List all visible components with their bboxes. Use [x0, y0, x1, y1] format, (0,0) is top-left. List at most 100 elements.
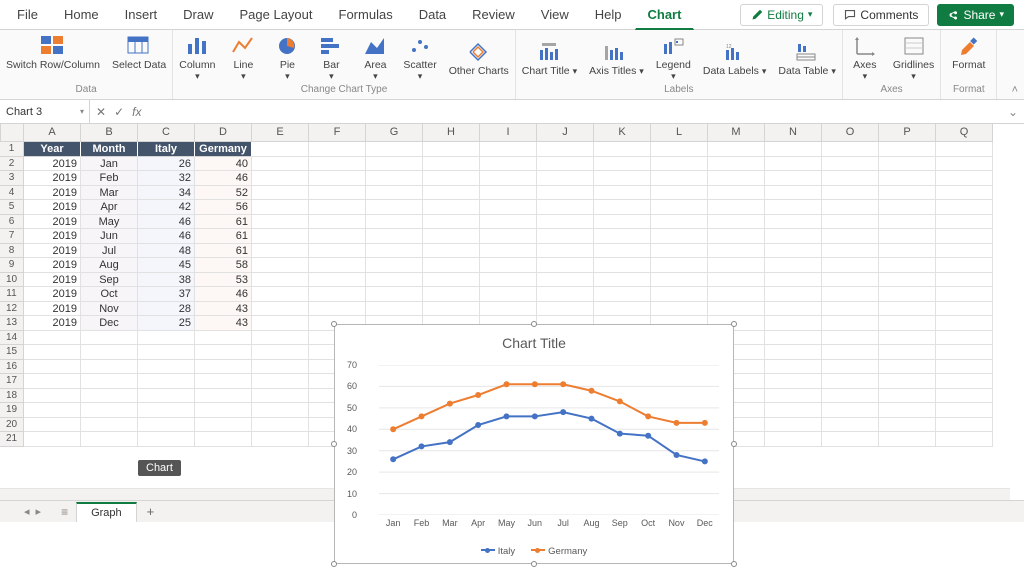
cell-B19[interactable] — [81, 403, 138, 418]
row-header-6[interactable]: 6 — [0, 215, 24, 230]
cell-C13[interactable]: 25 — [138, 316, 195, 331]
row-header-19[interactable]: 19 — [0, 403, 24, 418]
cell-A20[interactable] — [24, 418, 81, 433]
column-header-M[interactable]: M — [708, 124, 765, 142]
cell-L11[interactable] — [651, 287, 708, 302]
cell-D3[interactable]: 46 — [195, 171, 252, 186]
tab-file[interactable]: File — [4, 0, 51, 30]
cell-E20[interactable] — [252, 418, 309, 433]
cell-H2[interactable] — [423, 157, 480, 172]
chart-title[interactable]: Chart Title — [335, 335, 733, 351]
expand-formula-bar-button[interactable]: ⌄ — [1002, 105, 1024, 119]
cell-N21[interactable] — [765, 432, 822, 447]
cell-A7[interactable]: 2019 — [24, 229, 81, 244]
cell-G12[interactable] — [366, 302, 423, 317]
cell-B2[interactable]: Jan — [81, 157, 138, 172]
cell-O7[interactable] — [822, 229, 879, 244]
cell-D1[interactable]: Germany — [195, 142, 252, 157]
cell-G2[interactable] — [366, 157, 423, 172]
tab-formulas[interactable]: Formulas — [326, 0, 406, 30]
cell-L2[interactable] — [651, 157, 708, 172]
cell-M4[interactable] — [708, 186, 765, 201]
cell-N1[interactable] — [765, 142, 822, 157]
cell-C5[interactable]: 42 — [138, 200, 195, 215]
tab-page-layout[interactable]: Page Layout — [227, 0, 326, 30]
cell-L3[interactable] — [651, 171, 708, 186]
confirm-formula-icon[interactable]: ✓ — [114, 105, 124, 119]
chart-title-button[interactable]: Chart Title ▾ — [516, 32, 583, 84]
cell-G1[interactable] — [366, 142, 423, 157]
column-header-D[interactable]: D — [195, 124, 252, 142]
cell-I9[interactable] — [480, 258, 537, 273]
column-header-A[interactable]: A — [24, 124, 81, 142]
cell-P3[interactable] — [879, 171, 936, 186]
cell-E11[interactable] — [252, 287, 309, 302]
cell-B8[interactable]: Jul — [81, 244, 138, 259]
formula-input[interactable] — [147, 100, 1002, 123]
add-sheet-button[interactable]: + — [137, 501, 165, 522]
cell-N3[interactable] — [765, 171, 822, 186]
cell-I7[interactable] — [480, 229, 537, 244]
cell-G4[interactable] — [366, 186, 423, 201]
cell-H5[interactable] — [423, 200, 480, 215]
cell-F12[interactable] — [309, 302, 366, 317]
share-button[interactable]: Share ▾ — [937, 4, 1014, 26]
cell-E6[interactable] — [252, 215, 309, 230]
cell-O15[interactable] — [822, 345, 879, 360]
legend-item[interactable]: Germany — [531, 546, 587, 557]
cell-E2[interactable] — [252, 157, 309, 172]
cell-C1[interactable]: Italy — [138, 142, 195, 157]
cell-Q15[interactable] — [936, 345, 993, 360]
cell-D16[interactable] — [195, 360, 252, 375]
cell-Q19[interactable] — [936, 403, 993, 418]
cell-H7[interactable] — [423, 229, 480, 244]
cell-H8[interactable] — [423, 244, 480, 259]
row-header-13[interactable]: 13 — [0, 316, 24, 331]
cell-D18[interactable] — [195, 389, 252, 404]
cell-M7[interactable] — [708, 229, 765, 244]
column-header-L[interactable]: L — [651, 124, 708, 142]
resize-handle[interactable] — [331, 441, 337, 447]
column-header-O[interactable]: O — [822, 124, 879, 142]
cell-A6[interactable]: 2019 — [24, 215, 81, 230]
cell-D10[interactable]: 53 — [195, 273, 252, 288]
cell-P1[interactable] — [879, 142, 936, 157]
cell-A17[interactable] — [24, 374, 81, 389]
editing-mode-button[interactable]: Editing ▾ — [740, 4, 823, 26]
cell-I5[interactable] — [480, 200, 537, 215]
cell-O4[interactable] — [822, 186, 879, 201]
cell-A11[interactable]: 2019 — [24, 287, 81, 302]
column-header-P[interactable]: P — [879, 124, 936, 142]
column-header-N[interactable]: N — [765, 124, 822, 142]
cell-P5[interactable] — [879, 200, 936, 215]
cell-K7[interactable] — [594, 229, 651, 244]
cell-I2[interactable] — [480, 157, 537, 172]
cell-P4[interactable] — [879, 186, 936, 201]
cell-N6[interactable] — [765, 215, 822, 230]
cell-H12[interactable] — [423, 302, 480, 317]
cell-D11[interactable]: 46 — [195, 287, 252, 302]
cell-N12[interactable] — [765, 302, 822, 317]
cell-B5[interactable]: Apr — [81, 200, 138, 215]
cell-L4[interactable] — [651, 186, 708, 201]
column-header-F[interactable]: F — [309, 124, 366, 142]
cell-A8[interactable]: 2019 — [24, 244, 81, 259]
cell-J2[interactable] — [537, 157, 594, 172]
cell-O20[interactable] — [822, 418, 879, 433]
cell-B17[interactable] — [81, 374, 138, 389]
cell-J11[interactable] — [537, 287, 594, 302]
cell-A15[interactable] — [24, 345, 81, 360]
cell-A10[interactable]: 2019 — [24, 273, 81, 288]
row-header-1[interactable]: 1 — [0, 142, 24, 157]
cell-O19[interactable] — [822, 403, 879, 418]
resize-handle[interactable] — [531, 321, 537, 327]
cell-N13[interactable] — [765, 316, 822, 331]
chart-type-area-button[interactable]: Area▾ — [353, 32, 397, 84]
cell-C14[interactable] — [138, 331, 195, 346]
cell-E5[interactable] — [252, 200, 309, 215]
cell-D13[interactable]: 43 — [195, 316, 252, 331]
cell-N7[interactable] — [765, 229, 822, 244]
cell-Q3[interactable] — [936, 171, 993, 186]
tab-view[interactable]: View — [528, 0, 582, 30]
cell-B11[interactable]: Oct — [81, 287, 138, 302]
